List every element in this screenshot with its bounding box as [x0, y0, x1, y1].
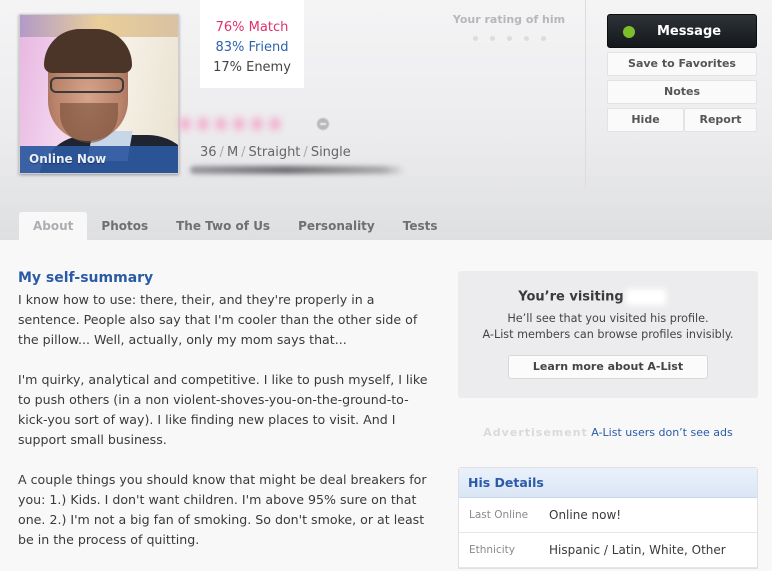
- match-percentages: 76% Match 83% Friend 17% Enemy: [200, 0, 304, 88]
- essay-body: I know how to use: there, their, and the…: [18, 290, 438, 550]
- visited-username-redacted: [625, 289, 666, 305]
- essay-paragraph: A couple things you should know that mig…: [18, 472, 427, 547]
- tab-tests[interactable]: Tests: [389, 212, 452, 240]
- age: 36: [200, 145, 217, 160]
- rating-stars: [450, 36, 568, 41]
- separator: /: [303, 145, 308, 160]
- details-row: Last Online Online now!: [459, 498, 757, 533]
- essay-paragraph: I know how to use: there, their, and the…: [18, 292, 418, 347]
- tab-personality[interactable]: Personality: [284, 212, 389, 240]
- profile-tabs: About Photos The Two of Us Personality T…: [19, 212, 452, 240]
- visiting-text: He’ll see that you visited his profile. …: [458, 311, 758, 343]
- relationship-status: Single: [310, 145, 351, 160]
- online-now-badge: Online Now: [20, 146, 178, 173]
- profile-header: Online Now 76% Match 83% Friend 17% Enem…: [0, 0, 772, 240]
- visiting-title-text: You’re visiting: [518, 289, 624, 305]
- profile-photo[interactable]: Online Now: [19, 14, 179, 174]
- details-panel: His Details Last Online Online now! Ethn…: [458, 467, 758, 569]
- essay-title: My self-summary: [18, 270, 154, 286]
- essay-paragraph: I'm quirky, analytical and competitive. …: [18, 372, 428, 447]
- details-key: Ethnicity: [469, 544, 515, 556]
- hide-report-row: Hide Report: [607, 108, 757, 132]
- separator: /: [241, 145, 246, 160]
- header-divider: [585, 0, 586, 188]
- details-key: Last Online: [469, 509, 529, 521]
- profile-basics: 36/M / Straight / Single: [200, 145, 351, 160]
- enemy-percent: 17% Enemy: [213, 60, 291, 75]
- rating-star-1[interactable]: [472, 36, 478, 41]
- details-row: Ethnicity Hispanic / Latin, White, Other: [459, 533, 757, 568]
- rating-star-2[interactable]: [489, 36, 495, 41]
- location-redacted: [190, 166, 405, 174]
- alist-no-ads-link[interactable]: A-List users don’t see ads: [591, 426, 732, 439]
- rating-label: Your rating of him: [452, 13, 566, 26]
- details-value: Hispanic / Latin, White, Other: [549, 543, 726, 557]
- advertisement-line: Advertisement A-List users don’t see ads: [458, 426, 758, 439]
- separator: /: [219, 145, 224, 160]
- details-title: His Details: [459, 468, 757, 498]
- save-to-favorites-button[interactable]: Save to Favorites: [607, 52, 757, 76]
- orientation: Straight: [248, 145, 301, 160]
- hide-button[interactable]: Hide: [607, 108, 684, 132]
- friend-percent: 83% Friend: [215, 40, 289, 55]
- tab-photos[interactable]: Photos: [87, 212, 162, 240]
- visiting-line-2: A-List members can browse profiles invis…: [482, 328, 734, 341]
- notes-button[interactable]: Notes: [607, 80, 757, 104]
- report-button[interactable]: Report: [684, 108, 757, 132]
- match-percent: 76% Match: [215, 20, 289, 35]
- advertisement-label: Advertisement: [483, 426, 588, 439]
- message-button[interactable]: Message: [607, 14, 757, 48]
- gender: M: [226, 145, 239, 160]
- username-redacted: [180, 112, 330, 136]
- tab-the-two-of-us[interactable]: The Two of Us: [162, 212, 284, 240]
- rating-star-3[interactable]: [506, 36, 512, 41]
- online-status-dot-icon: [623, 26, 635, 38]
- photo-figure-glasses: [50, 77, 124, 93]
- tab-about[interactable]: About: [19, 212, 88, 240]
- visiting-notice: You’re visiting He’ll see that you visit…: [458, 271, 758, 398]
- profile-actions: Message Save to Favorites Notes Hide Rep…: [607, 14, 757, 132]
- chat-bubble-icon: [317, 118, 329, 130]
- rating-star-4[interactable]: [523, 36, 529, 41]
- visiting-line-1: He’ll see that you visited his profile.: [507, 312, 709, 325]
- essay-section: My self-summary I know how to use: there…: [18, 270, 438, 570]
- learn-more-alist-button[interactable]: Learn more about A-List: [508, 355, 708, 379]
- rating-widget: Your rating of him: [450, 13, 568, 41]
- visiting-title: You’re visiting: [458, 289, 758, 305]
- rating-star-5[interactable]: [540, 36, 546, 41]
- details-value: Online now!: [549, 508, 622, 522]
